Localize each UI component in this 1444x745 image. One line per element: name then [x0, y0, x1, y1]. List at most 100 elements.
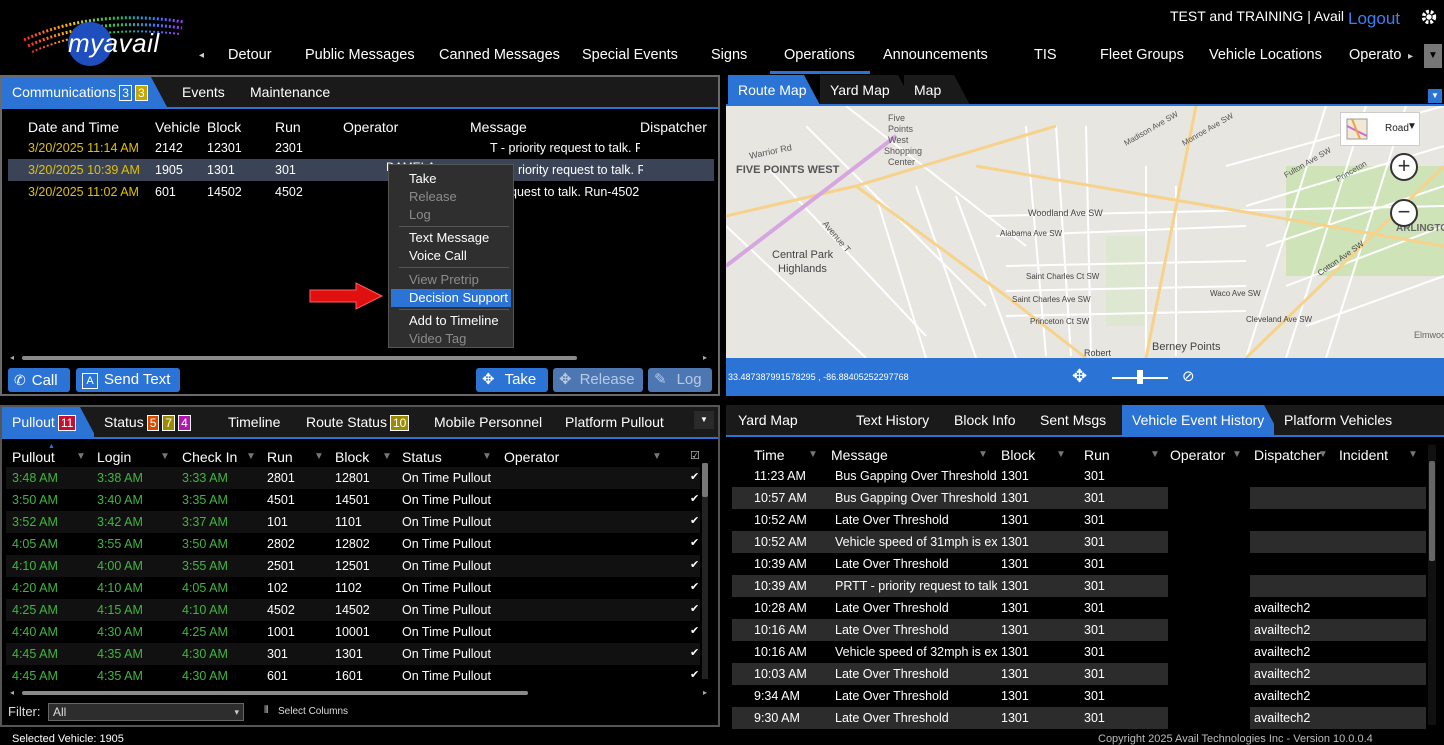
event-row[interactable]: 9:34 AM Late Over Threshold 1301 301 availte…	[732, 685, 1426, 707]
pullout-row[interactable]: 4:10 AM 4:00 AM 3:55 AM 2501 12501 On Time Pu…	[6, 555, 700, 577]
menu-text-message[interactable]: Text Message	[409, 230, 489, 245]
events-vscroll[interactable]	[1428, 445, 1436, 725]
filter-icon[interactable]: ▼	[482, 451, 492, 462]
col-check-in[interactable]: Check In	[182, 449, 237, 465]
gear-icon[interactable]	[1420, 8, 1438, 26]
comm-row[interactable]: 3/20/2025 11:14 AM 2142 12301 2301 T - p…	[8, 137, 714, 159]
tab-route-map[interactable]: Route Map	[728, 75, 820, 105]
row-checkbox[interactable]: ✔	[690, 580, 699, 593]
tab-yard-map[interactable]: Yard Map	[820, 75, 914, 105]
col-operator[interactable]: Operator	[1170, 447, 1225, 463]
locate-icon[interactable]: ⊘	[1182, 367, 1195, 385]
tab-platform-pullout[interactable]: Platform Pullout	[555, 407, 685, 437]
row-checkbox[interactable]: ✔	[690, 514, 699, 527]
comm-row[interactable]: 3/20/2025 11:02 AM 601 14502 4502	[8, 181, 336, 203]
menu-take[interactable]: Take	[409, 171, 436, 186]
pullout-dropdown-icon[interactable]: ▼	[694, 411, 714, 429]
filter-select[interactable]: All ▾	[48, 703, 244, 721]
nav-detour[interactable]: Detour	[228, 47, 272, 63]
tab-sent-msgs[interactable]: Sent Msgs	[1030, 405, 1124, 435]
menu-decision-support[interactable]: Decision Support	[409, 290, 508, 305]
row-checkbox[interactable]: ✔	[690, 558, 699, 571]
pullout-row[interactable]: 4:05 AM 3:55 AM 3:50 AM 2802 12802 On Time Pu…	[6, 533, 700, 555]
pullout-row[interactable]: 4:40 AM 4:30 AM 4:25 AM 1001 10001 On Time Pu…	[6, 621, 700, 643]
hscroll-right-icon[interactable]: ▸	[703, 688, 707, 697]
nav-special-events[interactable]: Special Events	[582, 47, 678, 63]
tab-yard-map-grids[interactable]: Yard Map Grids	[728, 405, 844, 435]
pullout-row[interactable]: 4:25 AM 4:15 AM 4:10 AM 4502 14502 On Time Pu…	[6, 599, 700, 621]
event-row[interactable]: 10:52 AM Late Over Threshold 1301 301	[732, 509, 1426, 531]
tab-pullout[interactable]: Pullout 11	[2, 407, 96, 437]
send-text-button[interactable]: A Send Text	[76, 368, 180, 392]
release-button[interactable]: ✥ Release	[553, 368, 643, 392]
col-status[interactable]: Status	[402, 449, 442, 465]
col-login[interactable]: Login	[97, 449, 131, 465]
pullout-hscrollbar[interactable]	[22, 691, 528, 695]
zoom-in-icon[interactable]: +	[1390, 153, 1418, 181]
call-button[interactable]: ✆ Call	[8, 368, 70, 392]
tab-route-status[interactable]: Route Status 10	[296, 407, 422, 437]
tab-maintenance[interactable]: Maintenance	[240, 77, 350, 107]
comm-hscrollbar[interactable]	[22, 356, 577, 360]
tab-block-info[interactable]: Block Info	[944, 405, 1044, 435]
pullout-row[interactable]: 3:48 AM 3:38 AM 3:33 AM 2801 12801 On Time Pu…	[6, 467, 700, 489]
map-dropdown-icon[interactable]: ▼	[1428, 89, 1442, 103]
pullout-row[interactable]: 4:20 AM 4:10 AM 4:05 AM 102 1102 On Time Pull…	[6, 577, 700, 599]
menu-release[interactable]: Release	[409, 189, 457, 204]
menu-voice-call[interactable]: Voice Call	[409, 248, 467, 263]
event-row[interactable]: 10:16 AM Vehicle speed of 32mph is exce 13…	[732, 641, 1426, 663]
nav-canned-messages[interactable]: Canned Messages	[439, 47, 560, 63]
tab-text-history[interactable]: Text History	[846, 405, 946, 435]
tab-platform-vehicles[interactable]: Platform Vehicles	[1274, 405, 1420, 435]
tab-vehicle-event-history[interactable]: Vehicle Event History	[1122, 405, 1280, 435]
nav-announcements[interactable]: Announcements	[883, 47, 988, 63]
select-columns-link[interactable]: Select Columns	[278, 706, 348, 717]
hscroll-left-icon[interactable]: ◂	[10, 353, 14, 362]
comm-row-selected[interactable]: 3/20/2025 10:39 AM 1905 1301 301 riority…	[8, 159, 714, 181]
hscroll-right-icon[interactable]: ▸	[703, 353, 707, 362]
row-checkbox[interactable]: ✔	[690, 668, 699, 681]
event-row[interactable]: 9:30 AM Late Over Threshold 1301 301 availte…	[732, 707, 1426, 729]
event-row[interactable]: 10:28 AM Late Over Threshold 1301 301 availt…	[732, 597, 1426, 619]
col-incident[interactable]: Incident	[1339, 447, 1388, 463]
menu-add-to-timeline[interactable]: Add to Timeline	[409, 313, 499, 328]
event-row[interactable]: 10:52 AM Vehicle speed of 31mph is exce 13…	[732, 531, 1426, 553]
take-button[interactable]: ✥ Take	[476, 368, 548, 392]
col-run[interactable]: Run	[275, 119, 301, 135]
row-checkbox[interactable]: ✔	[690, 646, 699, 659]
nav-operators[interactable]: Operato	[1349, 47, 1401, 63]
nav-scroll-right-icon[interactable]: ▸	[1408, 51, 1413, 62]
event-row[interactable]: 10:39 AM Late Over Threshold 1301 301	[732, 553, 1426, 575]
pullout-row[interactable]: 4:45 AM 4:35 AM 4:30 AM 601 1601 On Time Pull…	[6, 665, 700, 687]
menu-view-pretrip[interactable]: View Pretrip	[409, 272, 479, 287]
filter-icon[interactable]: ▼	[1318, 449, 1328, 460]
hscroll-left-icon[interactable]: ◂	[10, 688, 14, 697]
route-map-canvas[interactable]: FIVE POINTS WEST Five Points West Shoppi…	[726, 106, 1444, 358]
col-vehicle[interactable]: Vehicle	[155, 119, 200, 135]
filter-icon[interactable]: ▼	[314, 451, 324, 462]
event-row[interactable]: 10:16 AM Late Over Threshold 1301 301 availt…	[732, 619, 1426, 641]
col-block[interactable]: Block	[335, 449, 369, 465]
filter-icon[interactable]: ▼	[1232, 449, 1242, 460]
menu-video-tag[interactable]: Video Tag	[409, 331, 466, 346]
filter-icon[interactable]: ▼	[76, 451, 86, 462]
row-checkbox[interactable]: ✔	[690, 470, 699, 483]
pan-icon[interactable]: ✥	[1072, 366, 1087, 387]
log-button[interactable]: ✎ Log	[648, 368, 712, 392]
col-time[interactable]: Time	[754, 447, 785, 463]
events-vscroll-thumb[interactable]	[1429, 461, 1435, 561]
zoom-slider-handle[interactable]	[1137, 370, 1143, 384]
filter-icon[interactable]: ▼	[160, 451, 170, 462]
col-message[interactable]: Message	[470, 119, 527, 135]
select-all-checkbox[interactable]: ☑	[690, 449, 700, 462]
filter-icon[interactable]: ▼	[246, 451, 256, 462]
col-block[interactable]: Block	[207, 119, 241, 135]
pullout-vscroll-thumb[interactable]	[702, 463, 708, 497]
filter-icon[interactable]: ▼	[1150, 449, 1160, 460]
col-block[interactable]: Block	[1001, 447, 1035, 463]
nav-dropdown-icon[interactable]: ▼	[1424, 44, 1442, 68]
col-dispatcher[interactable]: Dispatcher	[1254, 447, 1321, 463]
zoom-out-icon[interactable]: −	[1390, 199, 1418, 227]
event-row[interactable]: 11:23 AM Bus Gapping Over Threshold 1301 30…	[732, 465, 1426, 487]
col-pullout[interactable]: Pullout	[12, 449, 55, 465]
